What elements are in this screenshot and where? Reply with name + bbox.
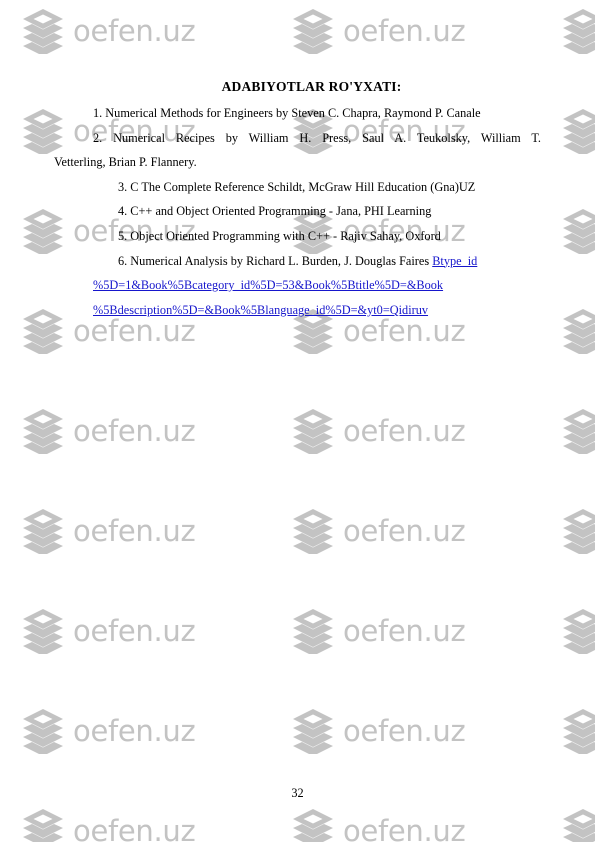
references-list: 1. Numerical Methods for Engineers by St… (54, 101, 542, 322)
list-item: 4. C++ and Object Oriented Programming -… (118, 204, 432, 219)
list-item: 3. C The Complete Reference Schildt, McG… (118, 179, 476, 194)
document-content: ADABIYOTLAR RO'YXATI: 1. Numerical Metho… (0, 0, 595, 842)
document-page: oefen.uz oefen.uz oefen.uz oefen.uz oefen.uz… (0, 0, 595, 842)
list-item: 5. Object Oriented Programming with C++ … (118, 228, 441, 243)
list-item: 6. Numerical Analysis by Richard L. Burd… (54, 249, 542, 274)
page-number: 32 (291, 786, 304, 800)
reference-link-line-2[interactable]: %5D=1&Book%5Bcategory_id%5D=53&Book%5Bti… (54, 273, 542, 298)
page-title: ADABIYOTLAR RO'YXATI: (221, 79, 402, 94)
reference-link-line-3[interactable]: %5Bdescription%5D=&Book%5Blanguage_id%5D… (54, 298, 542, 323)
reference-link[interactable]: Btype_id (432, 254, 477, 268)
list-item-text: 6. Numerical Analysis by Richard L. Burd… (118, 253, 433, 268)
list-item: 2. Numerical Recipes by William H. Press… (93, 130, 541, 145)
list-item-continuation: Vetterling, Brian P. Flannery. (54, 155, 197, 170)
list-item: 1. Numerical Methods for Engineers by St… (93, 106, 481, 120)
